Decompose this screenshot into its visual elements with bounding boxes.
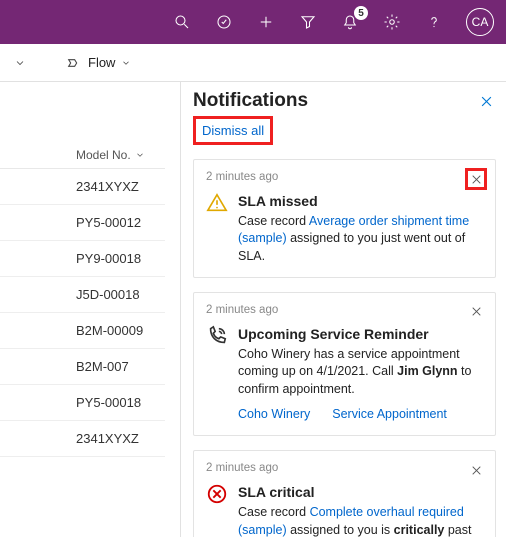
filter-icon[interactable] xyxy=(298,12,318,32)
close-icon xyxy=(479,94,494,109)
card-text: assigned to you is xyxy=(287,523,394,537)
account-link[interactable]: Coho Winery xyxy=(238,406,310,423)
column-header-label: Model No. xyxy=(76,148,131,162)
chevron-down-icon xyxy=(135,150,145,160)
notification-badge: 5 xyxy=(354,6,368,20)
avatar-initials: CA xyxy=(472,15,489,29)
search-icon[interactable] xyxy=(172,12,192,32)
card-timestamp: 2 minutes ago xyxy=(206,303,483,319)
user-avatar[interactable]: CA xyxy=(466,8,494,36)
card-close-button[interactable] xyxy=(465,459,487,481)
add-icon[interactable] xyxy=(256,12,276,32)
card-timestamp: 2 minutes ago xyxy=(206,461,483,477)
card-title: SLA critical xyxy=(238,483,483,502)
appointment-link[interactable]: Service Appointment xyxy=(332,406,447,423)
table-row[interactable]: PY5-00012 xyxy=(0,205,165,241)
data-table: Model No. 2341XYXZ PY5-00012 PY9-00018 J… xyxy=(0,82,165,537)
close-icon xyxy=(470,173,483,186)
close-icon xyxy=(470,464,483,477)
table-row[interactable]: 2341XYXZ xyxy=(0,421,165,457)
notification-card-sla-critical: 2 minutes ago SLA critical Case record C… xyxy=(193,450,496,537)
warning-icon xyxy=(206,192,228,214)
card-title: Upcoming Service Reminder xyxy=(238,325,483,344)
error-icon xyxy=(206,483,228,505)
table-row[interactable]: B2M-007 xyxy=(0,349,165,385)
back-chevron-icon[interactable] xyxy=(12,55,28,71)
task-icon[interactable] xyxy=(214,12,234,32)
dismiss-all-link[interactable]: Dismiss all xyxy=(193,116,273,145)
emphasis: critically xyxy=(394,523,445,537)
command-bar: Flow xyxy=(0,44,506,82)
table-row[interactable]: PY9-00018 xyxy=(0,241,165,277)
card-close-button[interactable] xyxy=(465,301,487,323)
table-row[interactable]: B2M-00009 xyxy=(0,313,165,349)
card-title: SLA missed xyxy=(238,192,483,211)
notification-card-service-reminder: 2 minutes ago Upcoming Service Reminder … xyxy=(193,292,496,436)
table-row[interactable]: 2341XYXZ xyxy=(0,169,165,205)
card-text: Case record xyxy=(238,505,310,519)
card-text: Case record xyxy=(238,214,309,228)
topbar-icon-group: 5 CA xyxy=(172,8,494,36)
column-header-model-no[interactable]: Model No. xyxy=(0,142,165,169)
phone-icon xyxy=(206,325,228,347)
flow-icon xyxy=(66,55,82,71)
panel-close-button[interactable] xyxy=(476,91,496,111)
table-row[interactable]: PY5-00018 xyxy=(0,385,165,421)
flow-label: Flow xyxy=(88,55,115,70)
bell-icon[interactable]: 5 xyxy=(340,12,360,32)
flow-dropdown[interactable]: Flow xyxy=(66,55,131,71)
card-close-button[interactable] xyxy=(465,168,487,190)
app-topbar: 5 CA xyxy=(0,0,506,44)
card-timestamp: 2 minutes ago xyxy=(206,170,483,186)
notifications-panel: Notifications Dismiss all 2 minutes ago … xyxy=(180,82,506,537)
chevron-down-icon xyxy=(121,58,131,68)
settings-icon[interactable] xyxy=(382,12,402,32)
help-icon[interactable] xyxy=(424,12,444,32)
panel-title: Notifications xyxy=(193,90,308,112)
close-icon xyxy=(470,305,483,318)
contact-name: Jim Glynn xyxy=(397,364,457,378)
table-row[interactable]: J5D-00018 xyxy=(0,277,165,313)
notification-card-sla-missed: 2 minutes ago SLA missed Case record Ave… xyxy=(193,159,496,278)
